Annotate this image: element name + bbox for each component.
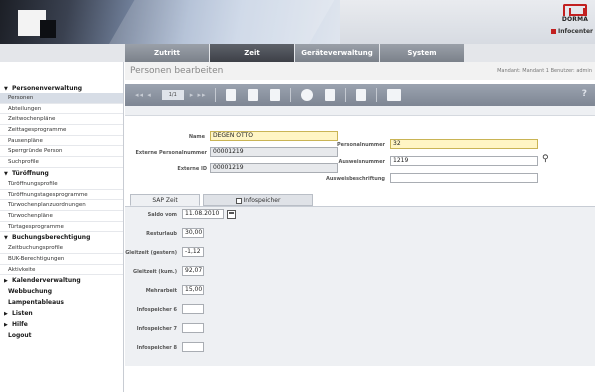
ausweisbeschriftung-field[interactable] <box>390 173 538 183</box>
sidebar-item-tuerwochenplanzuordnungen[interactable]: Türwochenplanzuordnungen <box>0 200 123 211</box>
toolbar: ◂◂ ◂ 1/1 ▸ ▸▸ ? <box>125 84 595 106</box>
copy-document-icon[interactable] <box>247 89 258 101</box>
sidebar-item-tuertagesprogramme[interactable]: Türtagesprogramme <box>0 222 123 233</box>
help-icon[interactable]: ? <box>582 89 587 99</box>
name-field[interactable]: DEGEN OTTO <box>210 131 338 141</box>
sidebar-item-zeitwochenplaene[interactable]: Zeitwochenpläne <box>0 114 123 126</box>
mehrarbeit-label: Mehrarbeit <box>145 288 177 294</box>
tab-sap-zeit[interactable]: SAP Zeit <box>130 194 200 206</box>
sidebar-item-personen[interactable]: Personen <box>0 93 123 104</box>
sidebar: ▼ Personenverwaltung Personen Abteilungen… <box>0 62 124 392</box>
saldo-vom-field[interactable]: 11.08.2010 <box>182 209 224 219</box>
sidebar-item-webbuchung[interactable]: Webbuchung <box>0 286 123 297</box>
dorma-logo: DORMA <box>561 4 589 23</box>
app-header: DORMA Infocenter Zutritt Zeit Geräteverw… <box>0 0 595 62</box>
sidebar-item-aktivkeite[interactable]: Aktivkeite <box>0 265 123 276</box>
sidebar-section-personenverwaltung[interactable]: ▼ Personenverwaltung <box>0 84 123 93</box>
gleitzeit-gestern-label: Gleitzeit (gestern) <box>125 250 177 256</box>
save-icon[interactable] <box>269 89 280 101</box>
brand-name: DORMA <box>561 16 589 23</box>
page-title: Personen bearbeiten <box>130 66 224 76</box>
sidebar-section-listen[interactable]: ▶ Listen <box>0 308 123 319</box>
sidebar-item-tueroeffnungsprofile[interactable]: Türöffnungsprofile <box>0 179 123 190</box>
toolbar-strip <box>125 106 595 116</box>
personalnummer-field[interactable]: 32 <box>390 139 538 149</box>
tab-zutritt[interactable]: Zutritt <box>125 44 210 62</box>
externe-personalnummer-field[interactable]: 00001219 <box>210 147 338 157</box>
personalnummer-label: Personalnummer <box>337 142 385 148</box>
page-titlebar: Personen bearbeiten Mandant: Mandant 1 B… <box>125 62 595 80</box>
sidebar-section-kalenderverwaltung[interactable]: ▶ Kalenderverwaltung <box>0 275 123 286</box>
sidebar-item-tueroeffnungstagesprogramme[interactable]: Türöffnungstagesprogramme <box>0 190 123 201</box>
export-icon[interactable] <box>355 89 366 101</box>
sidebar-item-sperrgruende[interactable]: Sperrgründe Person <box>0 146 123 158</box>
gleitzeit-kum-label: Gleitzeit (kum.) <box>132 269 177 275</box>
name-label: Name <box>188 134 205 140</box>
tab-system[interactable]: System <box>380 44 465 62</box>
page-indicator: 1/1 <box>161 90 184 100</box>
tab-geraeteverwaltung[interactable]: Geräteverwaltung <box>295 44 380 62</box>
saldo-vom-label: Saldo vom <box>147 212 177 218</box>
sidebar-item-lampentableaus[interactable]: Lampentableaus <box>0 297 123 308</box>
infospeicher-8-label: Infospeicher 8 <box>136 345 177 351</box>
gleitzeit-kum-field[interactable]: 92,07 <box>182 266 204 276</box>
detail-tabs: SAP Zeit Infospeicher <box>125 194 595 206</box>
tab-zeit[interactable]: Zeit <box>210 44 295 62</box>
externe-id-label: Externe ID <box>177 166 207 172</box>
infospeicher-7-field[interactable] <box>182 323 204 333</box>
logo-square-dark-icon <box>40 20 56 38</box>
ausweisnummer-field[interactable]: 1219 <box>390 156 538 166</box>
header-banner <box>0 0 340 44</box>
ausweisbeschriftung-label: Ausweisbeschriftung <box>325 176 385 182</box>
search-icon[interactable]: ⚲ <box>542 154 549 164</box>
ausweisnummer-label: Ausweisnummer <box>338 159 385 165</box>
calendar-icon[interactable] <box>227 210 236 219</box>
delete-icon[interactable] <box>324 89 335 101</box>
tab-infospeicher[interactable]: Infospeicher <box>203 194 313 206</box>
main-tabs: Zutritt Zeit Geräteverwaltung System <box>125 44 465 62</box>
infospeicher-6-field[interactable] <box>182 304 204 314</box>
sidebar-item-suchprofile[interactable]: Suchprofile <box>0 157 123 168</box>
infospeicher-8-field[interactable] <box>182 342 204 352</box>
new-document-icon[interactable] <box>225 89 236 101</box>
mehrarbeit-field[interactable]: 15,00 <box>182 285 204 295</box>
nav-prev-button[interactable]: ◂◂ ◂ <box>135 91 152 99</box>
resturlaub-label: Resturlaub <box>146 231 177 237</box>
nav-next-button[interactable]: ▸ ▸▸ <box>190 91 207 99</box>
sidebar-section-hilfe[interactable]: ▶ Hilfe <box>0 319 123 330</box>
sidebar-item-buk-berechtigungen[interactable]: BUK-Berechtigungen <box>0 254 123 265</box>
resturlaub-field[interactable]: 30,00 <box>182 228 204 238</box>
sidebar-section-buchungsberechtigung[interactable]: ▼ Buchungsberechtigung <box>0 232 123 243</box>
infospeicher-7-label: Infospeicher 7 <box>136 326 177 332</box>
sidebar-item-tuerwochenplaene[interactable]: Türwochenpläne <box>0 211 123 222</box>
dorma-logo-icon <box>563 4 587 16</box>
mandant-info: Mandant: Mandant 1 Benutzer: admin <box>497 68 592 74</box>
sap-zeit-panel: Saldo vom 11.08.2010 Resturlaub 30,00 Gl… <box>125 206 595 366</box>
undo-icon[interactable] <box>300 89 313 101</box>
infospeicher-6-label: Infospeicher 6 <box>136 307 177 313</box>
gleitzeit-gestern-field[interactable]: -1,12 <box>182 247 204 257</box>
sidebar-item-logout[interactable]: Logout <box>0 330 123 341</box>
print-icon[interactable] <box>386 89 401 101</box>
sidebar-item-pausenplaene[interactable]: Pausenpläne <box>0 136 123 147</box>
sidebar-item-abteilungen[interactable]: Abteilungen <box>0 104 123 115</box>
infospeicher-checkbox[interactable] <box>235 197 242 204</box>
externe-personalnummer-label: Externe Personalnummer <box>135 150 207 156</box>
product-name: Infocenter <box>550 28 593 35</box>
sidebar-item-zeitbuchungsprofile[interactable]: Zeitbuchungsprofile <box>0 243 123 254</box>
externe-id-field[interactable]: 00001219 <box>210 163 338 173</box>
main-content: Personen bearbeiten Mandant: Mandant 1 B… <box>125 62 595 392</box>
person-form: Name DEGEN OTTO Externe Personalnummer 0… <box>125 116 595 184</box>
sidebar-item-zeittagesprogramme[interactable]: Zeittagesprogramme <box>0 125 123 136</box>
sidebar-section-tueroeffnung[interactable]: ▼ Türöffnung <box>0 168 123 179</box>
product-mark-icon <box>550 29 556 34</box>
